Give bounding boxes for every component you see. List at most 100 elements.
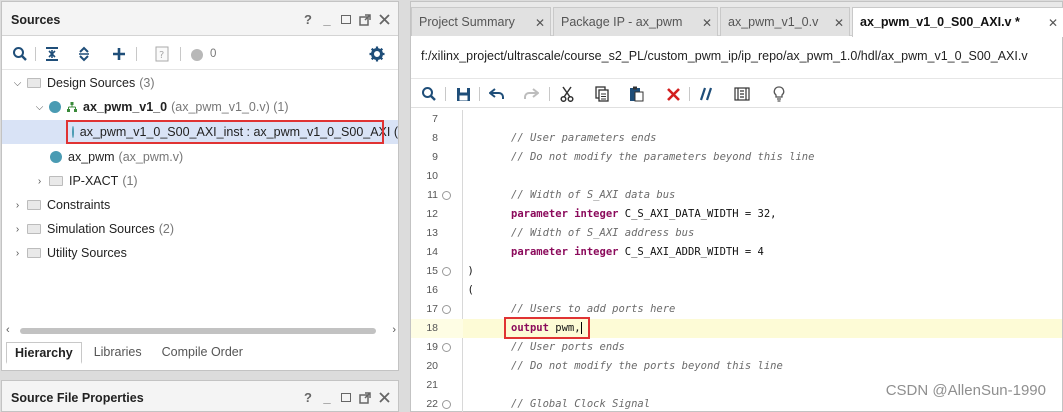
- chevron-right-icon[interactable]: ›: [12, 200, 23, 211]
- close-icon[interactable]: [378, 391, 390, 404]
- paste-icon[interactable]: [628, 86, 644, 102]
- save-icon[interactable]: [455, 86, 471, 102]
- code-line[interactable]: 8 // User parameters ends: [411, 129, 1062, 148]
- module-dot-icon: [49, 101, 61, 113]
- close-icon[interactable]: ✕: [535, 16, 545, 30]
- search-icon[interactable]: [421, 86, 437, 102]
- code-line[interactable]: 14 parameter integer C_S_AXI_ADDR_WIDTH =…: [411, 243, 1062, 262]
- code-line[interactable]: 9 // Do not modify the parameters beyond …: [411, 148, 1062, 167]
- tab-libraries[interactable]: Libraries: [86, 342, 150, 364]
- help-icon[interactable]: ?: [302, 391, 314, 404]
- code-line[interactable]: 20 // Do not modify the ports beyond this…: [411, 357, 1062, 376]
- gear-icon[interactable]: [369, 46, 385, 62]
- chevron-right-icon[interactable]: ›: [12, 248, 23, 259]
- cut-icon[interactable]: [559, 86, 575, 102]
- help-icon[interactable]: ?: [302, 13, 314, 26]
- chevron-down-icon[interactable]: ⌵: [12, 78, 23, 89]
- float-icon[interactable]: [359, 13, 371, 26]
- code-text: parameter integer C_S_AXI_ADDR_WIDTH = 4: [511, 246, 764, 258]
- fold-toggle-icon[interactable]: [442, 343, 451, 352]
- line-number: 20: [426, 360, 438, 372]
- status-circle-icon: [191, 49, 203, 61]
- svg-text:?: ?: [159, 50, 164, 61]
- scrollbar-thumb[interactable]: [20, 328, 376, 334]
- code-line[interactable]: 15): [411, 262, 1062, 281]
- code-editor-panel: Project Summary ✕ Package IP - ax_pwm ✕ …: [410, 1, 1063, 412]
- code-line[interactable]: 16 (: [411, 281, 1062, 300]
- line-number: 12: [426, 208, 438, 220]
- chevron-right-icon[interactable]: ›: [12, 224, 23, 235]
- minimize-icon[interactable]: _: [321, 13, 333, 26]
- horizontal-scrollbar[interactable]: ‹ ›: [6, 324, 396, 337]
- minimize-icon[interactable]: _: [321, 391, 333, 404]
- tab-project-summary[interactable]: Project Summary ✕: [411, 7, 551, 36]
- props-window-controls: ? _: [302, 391, 390, 404]
- code-line[interactable]: 13 // Width of S_AXI address bus: [411, 224, 1062, 243]
- fold-toggle-icon[interactable]: [442, 191, 451, 200]
- code-text: // Width of S_AXI address bus: [511, 227, 695, 239]
- watermark: CSDN @AllenSun-1990: [885, 382, 1046, 399]
- file-properties-icon[interactable]: ?: [154, 46, 170, 62]
- tree-item-simulation-sources[interactable]: › Simulation Sources (2): [2, 218, 398, 240]
- scroll-right-icon[interactable]: ›: [392, 324, 396, 336]
- float-icon[interactable]: [359, 391, 371, 404]
- tree-item-ip-xact[interactable]: › IP-XACT (1): [2, 170, 398, 192]
- code-line[interactable]: 10: [411, 167, 1062, 186]
- code-line[interactable]: 19 // User ports ends: [411, 338, 1062, 357]
- close-icon[interactable]: ✕: [702, 16, 712, 30]
- expand-all-icon[interactable]: [76, 46, 92, 62]
- sources-panel: Sources ? _ ? 0 ⌵ Design Sources (3) ⌵ a…: [1, 1, 399, 371]
- column-view-icon[interactable]: [734, 86, 750, 102]
- lightbulb-icon[interactable]: [771, 86, 787, 102]
- fold-toggle-icon[interactable]: [442, 400, 451, 409]
- code-line[interactable]: 12 parameter integer C_S_AXI_DATA_WIDTH =…: [411, 205, 1062, 224]
- scroll-left-icon[interactable]: ‹: [6, 324, 10, 336]
- tab-package-ip[interactable]: Package IP - ax_pwm ✕: [553, 7, 718, 36]
- highlight-box: [66, 120, 384, 144]
- collapse-all-icon[interactable]: [44, 46, 60, 62]
- sources-header: Sources ? _: [2, 2, 398, 36]
- tab-ax-pwm-v1-0-v[interactable]: ax_pwm_v1_0.v ✕: [720, 7, 850, 36]
- tree-item-ax-pwm-v1-0[interactable]: ⌵ ax_pwm_v1_0 (ax_pwm_v1_0.v) (1): [2, 96, 398, 118]
- copy-icon[interactable]: [594, 86, 610, 102]
- editor-toolbar: [411, 78, 1062, 108]
- module-dot-icon: [50, 151, 62, 163]
- tab-hierarchy[interactable]: Hierarchy: [6, 342, 82, 364]
- undo-icon[interactable]: [489, 86, 505, 102]
- line-number: 16: [426, 284, 438, 296]
- code-line[interactable]: 7: [411, 110, 1062, 129]
- close-icon[interactable]: [378, 13, 390, 26]
- tree-item-utility-sources[interactable]: › Utility Sources: [2, 242, 398, 264]
- search-icon[interactable]: [12, 46, 28, 62]
- tree-item-ax-pwm[interactable]: ax_pwm (ax_pwm.v): [2, 146, 398, 168]
- tree-item-design-sources[interactable]: ⌵ Design Sources (3): [2, 72, 398, 94]
- code-text: (: [467, 284, 474, 296]
- line-number: 7: [432, 113, 438, 125]
- fold-toggle-icon[interactable]: [442, 267, 451, 276]
- add-sources-icon[interactable]: [111, 46, 127, 62]
- code-line[interactable]: 11 // Width of S_AXI data bus: [411, 186, 1062, 205]
- sources-tabs: Hierarchy Libraries Compile Order: [6, 342, 255, 364]
- redo-icon[interactable]: [523, 86, 539, 102]
- maximize-icon[interactable]: [340, 391, 352, 404]
- tree-item-constraints[interactable]: › Constraints: [2, 194, 398, 216]
- folder-icon: [27, 78, 41, 88]
- delete-icon[interactable]: [665, 86, 681, 102]
- tab-compile-order[interactable]: Compile Order: [154, 342, 251, 364]
- tab-ax-pwm-s00-axi-v[interactable]: ax_pwm_v1_0_S00_AXI.v * ✕: [852, 7, 1063, 37]
- code-text: // Do not modify the parameters beyond t…: [511, 151, 815, 163]
- chevron-down-icon[interactable]: ⌵: [34, 102, 45, 113]
- chevron-right-icon[interactable]: ›: [34, 176, 45, 187]
- maximize-icon[interactable]: [340, 13, 352, 26]
- error-count: 0: [210, 48, 217, 60]
- code-text: // Do not modify the ports beyond this l…: [511, 360, 783, 372]
- code-text: // User parameters ends: [511, 132, 657, 144]
- sources-toolbar: ? 0: [2, 38, 398, 70]
- comment-toggle-icon[interactable]: [699, 86, 715, 102]
- code-text: parameter integer C_S_AXI_DATA_WIDTH = 3…: [511, 208, 777, 220]
- close-icon[interactable]: ✕: [834, 16, 844, 30]
- code-area[interactable]: 7 8 // User parameters ends 9 // Do not modi…: [411, 110, 1062, 412]
- fold-toggle-icon[interactable]: [442, 305, 451, 314]
- close-icon[interactable]: ✕: [1048, 16, 1058, 30]
- line-number: 19: [426, 341, 438, 353]
